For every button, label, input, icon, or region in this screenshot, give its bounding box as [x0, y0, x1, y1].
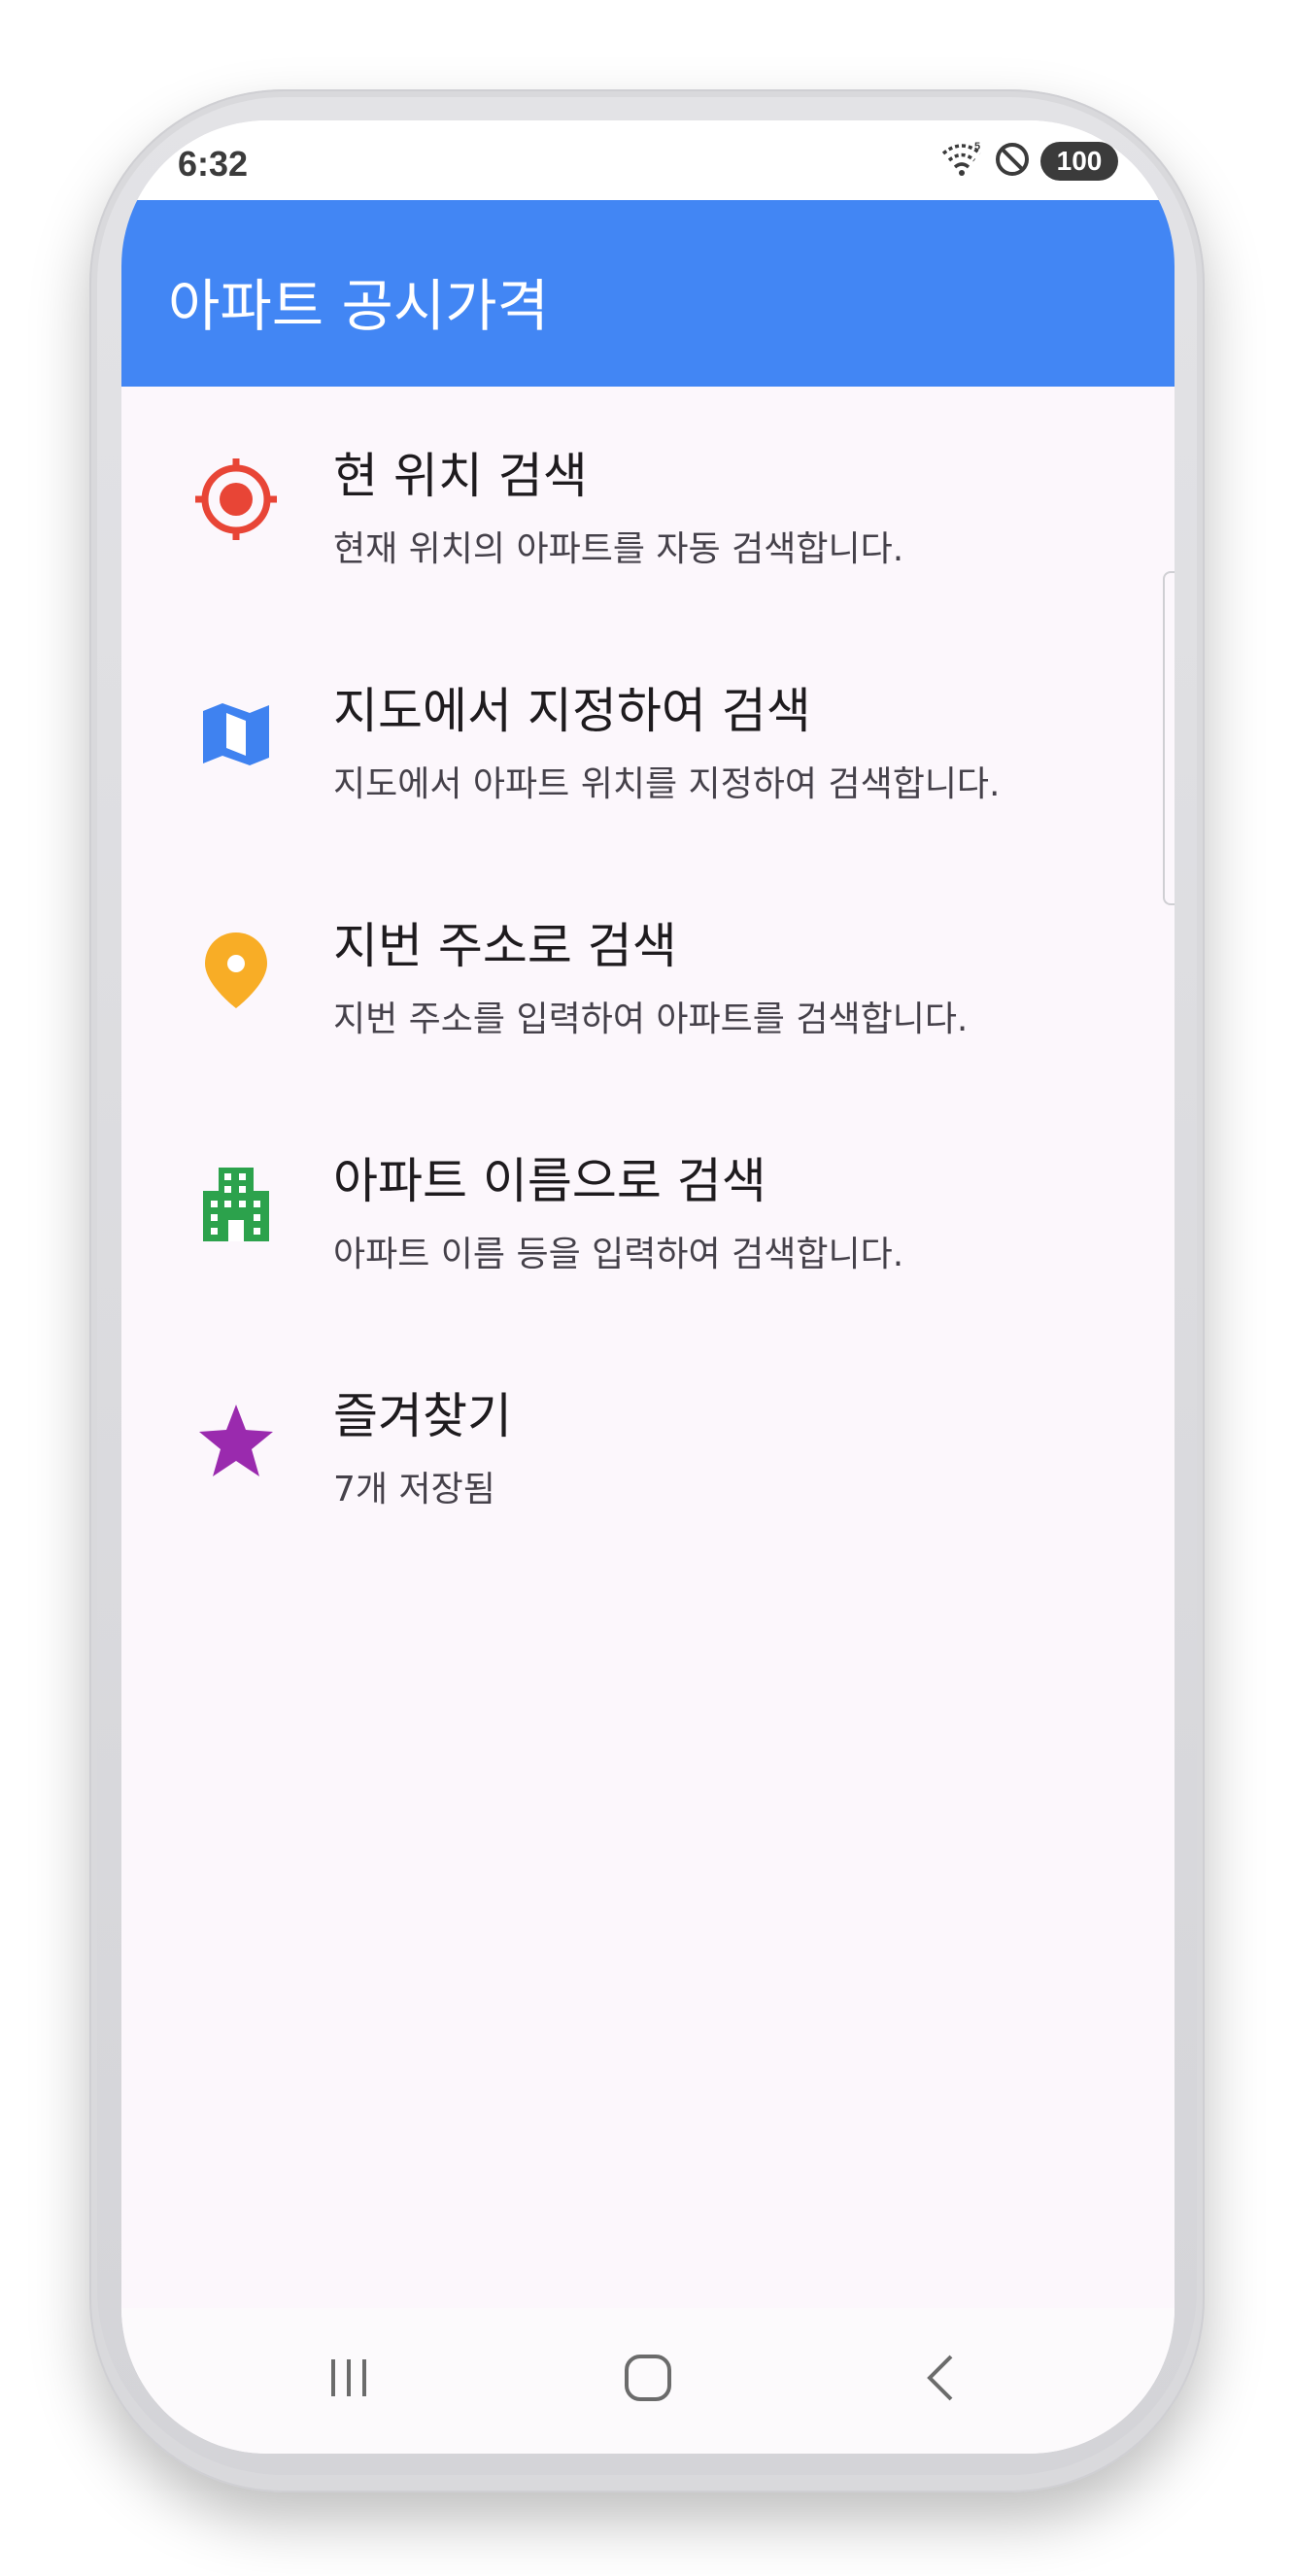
menu-item-subtitle: 아파트 이름 등을 입력하여 검색합니다. [333, 1235, 904, 1274]
status-bar: 6:32 5 100 [121, 120, 1175, 200]
menu-item-favorites[interactable]: 즐겨찾기 7개 저장됨 [121, 1348, 1175, 1562]
app-bar: 아파트 공시가격 [121, 200, 1175, 387]
phone-screen: 6:32 5 100 아파트 공시가격 현 위치 검색 현재 위치의 아파트를 … [121, 120, 1175, 2454]
page-title: 아파트 공시가격 [168, 273, 549, 339]
status-icons: 5 100 [939, 140, 1118, 183]
menu-item-address-search[interactable]: 지번 주소로 검색 지번 주소를 입력하여 아파트를 검색합니다. [121, 878, 1175, 1092]
menu-item-subtitle: 지도에서 아파트 위치를 지정하여 검색합니다. [333, 764, 1001, 804]
menu-item-current-location[interactable]: 현 위치 검색 현재 위치의 아파트를 자동 검색합니다. [121, 408, 1175, 622]
recent-apps-icon[interactable] [310, 2349, 388, 2407]
menu-item-title: 아파트 이름으로 검색 [333, 1153, 766, 1209]
svg-text:5: 5 [974, 141, 980, 153]
location-target-icon [193, 457, 279, 542]
status-time: 6:32 [178, 144, 249, 184]
menu-item-map-search[interactable]: 지도에서 지정하여 검색 지도에서 아파트 위치를 지정하여 검색합니다. [121, 643, 1175, 857]
battery-icon: 100 [1040, 142, 1118, 181]
menu-item-subtitle: 지번 주소를 입력하여 아파트를 검색합니다. [333, 1000, 969, 1039]
side-scroll-indicator[interactable] [1163, 571, 1175, 905]
back-icon[interactable] [902, 2349, 980, 2407]
map-icon [193, 692, 279, 777]
building-icon [193, 1162, 279, 1247]
menu-item-title: 지도에서 지정하여 검색 [333, 683, 811, 739]
do-not-disturb-icon [994, 141, 1031, 182]
menu-item-title: 현 위치 검색 [333, 448, 588, 504]
wifi-icon: 5 [939, 140, 984, 183]
menu-item-title: 지번 주소로 검색 [333, 918, 677, 974]
map-pin-icon [193, 927, 279, 1012]
home-icon[interactable] [609, 2349, 687, 2407]
navigation-bar [121, 2308, 1175, 2454]
menu-item-title: 즐겨찾기 [333, 1388, 512, 1444]
menu-item-name-search[interactable]: 아파트 이름으로 검색 아파트 이름 등을 입력하여 검색합니다. [121, 1113, 1175, 1327]
menu-item-subtitle: 현재 위치의 아파트를 자동 검색합니다. [333, 529, 904, 569]
star-icon [193, 1397, 279, 1482]
menu-item-subtitle: 7개 저장됨 [333, 1470, 495, 1509]
